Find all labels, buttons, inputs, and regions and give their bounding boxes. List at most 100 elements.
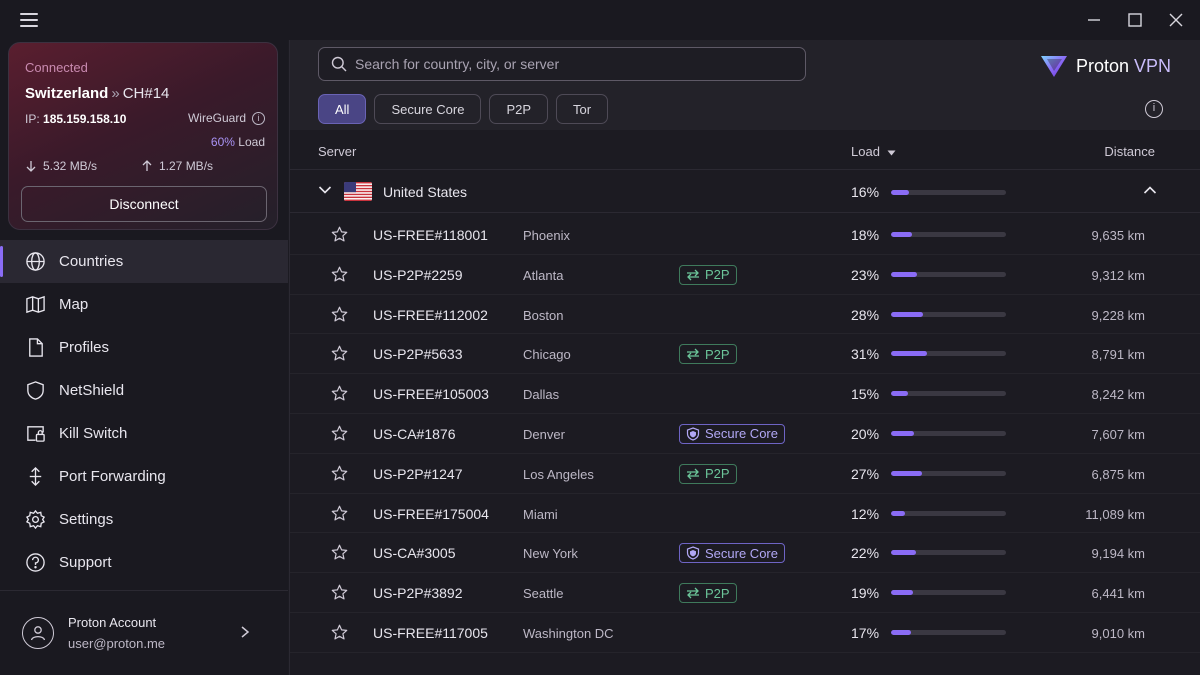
table-row[interactable]: US-P2P#2259 Atlanta P2P 23% 9,312 km <box>290 255 1200 295</box>
account-email: user@proton.me <box>68 636 166 651</box>
filter-all[interactable]: All <box>318 94 367 124</box>
p2p-badge: P2P <box>679 463 737 484</box>
table-row[interactable]: US-FREE#112002 Boston 28% 9,228 km <box>290 295 1200 335</box>
us-flag-icon <box>344 182 372 201</box>
table-row[interactable]: US-CA#3005 New York Secure Core 22% 9,19… <box>290 533 1200 574</box>
shield-icon <box>24 380 46 402</box>
server-load-percent: 28% <box>851 306 880 323</box>
search-input[interactable] <box>355 56 775 72</box>
sidebar-item-netshield[interactable]: NetShield <box>0 369 288 412</box>
minimize-icon[interactable] <box>1084 10 1104 30</box>
star-icon[interactable] <box>331 465 348 482</box>
server-load-percent: 12% <box>851 505 880 522</box>
server-load-fill <box>891 590 913 596</box>
upload-speed: 1.27 MB/s <box>141 159 213 173</box>
feature-label: Secure Core <box>705 426 778 442</box>
star-icon[interactable] <box>331 306 348 323</box>
star-icon[interactable] <box>331 584 348 601</box>
star-icon[interactable] <box>331 385 348 402</box>
server-city: Los Angeles <box>523 466 594 482</box>
country-row-united-states[interactable]: United States 16% <box>290 171 1200 213</box>
sidebar-item-countries[interactable]: Countries <box>0 240 288 283</box>
hamburger-menu-icon[interactable] <box>20 13 38 27</box>
sidebar-item-label: Profiles <box>59 339 110 356</box>
table-row[interactable]: US-FREE#118001 Phoenix 18% 9,635 km <box>290 215 1200 255</box>
maximize-icon[interactable] <box>1125 10 1145 30</box>
p2p-badge: P2P <box>679 344 737 365</box>
help-icon <box>24 552 46 574</box>
table-row[interactable]: US-CA#1876 Denver Secure Core 20% 7,607 … <box>290 414 1200 454</box>
chevron-down-icon[interactable] <box>318 185 332 195</box>
server-load-bar <box>891 351 1006 357</box>
star-icon[interactable] <box>331 266 348 283</box>
table-row[interactable]: US-FREE#175004 Miami 12% 11,089 km <box>290 494 1200 534</box>
main-panel: ProtonVPN All Secure Core P2P Tor i Serv… <box>289 40 1200 675</box>
server-distance: 11,089 km <box>1085 506 1145 522</box>
server-load-bar <box>891 391 1006 397</box>
server-name: US-FREE#118001 <box>373 227 488 243</box>
filter-secure-core[interactable]: Secure Core <box>374 94 482 124</box>
star-icon[interactable] <box>331 345 348 362</box>
secure-core-badge: Secure Core <box>679 543 785 564</box>
proton-vpn-logo-icon <box>1040 56 1067 77</box>
sidebar-item-support[interactable]: Support <box>0 541 288 584</box>
chevron-up-icon[interactable] <box>1143 185 1157 195</box>
server-load-bar <box>891 271 1006 277</box>
table-row[interactable]: US-P2P#3892 Seattle P2P 19% 6,441 km <box>290 573 1200 613</box>
column-load-label: Load <box>851 144 880 159</box>
server-city: Chicago <box>523 347 571 363</box>
download-speed: 5.32 MB/s <box>25 159 97 173</box>
info-icon[interactable]: i <box>1145 100 1163 118</box>
map-icon <box>24 294 46 316</box>
connection-card: Connected Switzerland» CH#14 IP: 185.159.… <box>8 42 278 230</box>
p2p-icon <box>687 587 699 599</box>
sidebar-item-label: Kill Switch <box>59 425 128 442</box>
column-load[interactable]: Load <box>851 144 896 159</box>
search-box[interactable] <box>318 47 806 81</box>
table-row[interactable]: US-FREE#117005 Washington DC 17% 9,010 k… <box>290 613 1200 653</box>
load-percent: 60% <box>210 135 235 149</box>
sidebar-item-settings[interactable]: Settings <box>0 498 288 541</box>
feature-label: P2P <box>705 267 730 283</box>
star-icon[interactable] <box>331 425 348 442</box>
server-distance: 9,194 km <box>1091 546 1145 562</box>
connection-country: Switzerland <box>25 85 109 102</box>
connection-protocol: WireGuard i <box>188 111 265 125</box>
star-icon[interactable] <box>331 544 348 561</box>
table-row[interactable]: US-P2P#5633 Chicago P2P 31% 8,791 km <box>290 334 1200 375</box>
sidebar-item-port-forwarding[interactable]: Port Forwarding <box>0 455 288 498</box>
server-load-percent: 27% <box>851 465 880 482</box>
server-name: US-FREE#175004 <box>373 505 489 522</box>
sidebar-item-kill-switch[interactable]: Kill Switch <box>0 412 288 455</box>
country-load-percent: 16% <box>851 184 880 200</box>
server-distance: 9,010 km <box>1091 625 1145 641</box>
server-load-fill <box>891 510 905 516</box>
top-bar: ProtonVPN All Secure Core P2P Tor i <box>290 40 1200 130</box>
server-load-bar <box>891 232 1006 237</box>
star-icon[interactable] <box>331 226 348 243</box>
server-load-fill <box>891 271 918 277</box>
table-row[interactable]: US-FREE#105003 Dallas 15% 8,242 km <box>290 374 1200 414</box>
disconnect-button[interactable]: Disconnect <box>21 186 267 222</box>
sidebar-item-profiles[interactable]: Profiles <box>0 326 288 369</box>
connection-status: Connected <box>25 60 88 75</box>
star-icon[interactable] <box>331 505 348 522</box>
server-load-bar <box>891 629 1006 635</box>
filter-tor[interactable]: Tor <box>556 94 609 124</box>
sidebar-item-map[interactable]: Map <box>0 283 288 326</box>
filter-p2p[interactable]: P2P <box>489 94 549 124</box>
star-icon[interactable] <box>331 624 348 641</box>
close-icon[interactable] <box>1166 10 1186 30</box>
server-load-bar <box>891 311 1006 317</box>
sidebar: Connected Switzerland» CH#14 IP: 185.159.… <box>0 40 288 675</box>
account-button[interactable]: Proton Account user@proton.me <box>0 590 288 675</box>
server-city: Miami <box>523 506 558 522</box>
protocol-info-icon[interactable]: i <box>252 111 265 125</box>
table-row[interactable]: US-P2P#1247 Los Angeles P2P 27% 6,875 km <box>290 454 1200 494</box>
sidebar-item-label: Port Forwarding <box>59 468 166 485</box>
server-load-fill <box>891 470 923 476</box>
server-distance: 6,441 km <box>1091 586 1145 602</box>
arrow-down-icon <box>26 161 36 172</box>
country-load-fill <box>891 190 910 195</box>
sidebar-item-label: Support <box>59 554 112 571</box>
